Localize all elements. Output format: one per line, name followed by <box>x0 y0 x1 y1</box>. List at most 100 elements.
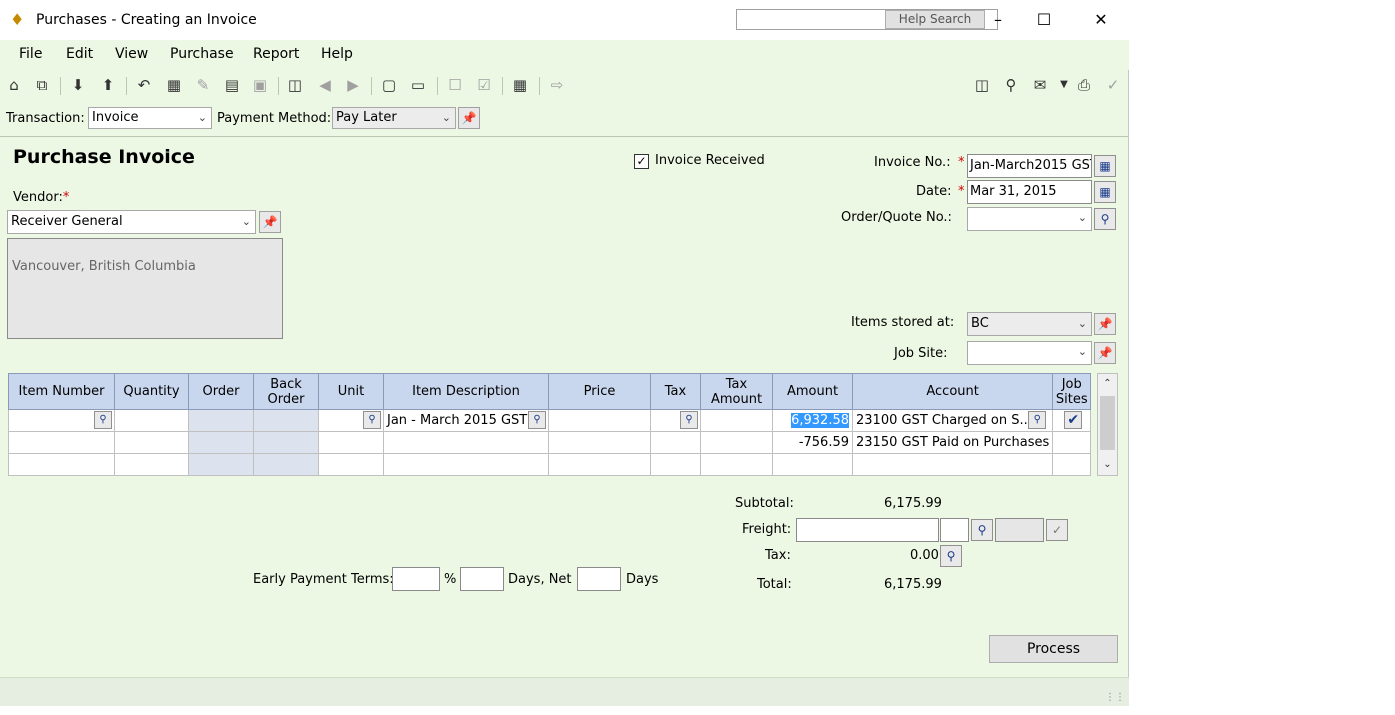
col-quantity[interactable]: Quantity <box>114 373 189 410</box>
unit-cell[interactable]: ⚲ <box>318 409 384 432</box>
job-site-pin-icon[interactable]: 📌 <box>1094 342 1116 364</box>
pin-icon[interactable]: 📌 <box>458 107 480 129</box>
tax-cell[interactable] <box>650 453 701 476</box>
freight-amount-field[interactable] <box>796 518 939 542</box>
col-unit[interactable]: Unit <box>318 373 384 410</box>
scroll-up-icon[interactable]: ⌃ <box>1098 374 1117 394</box>
amount-cell[interactable]: -756.59 <box>772 431 853 454</box>
email-dropdown-icon[interactable]: ▼ <box>1054 75 1074 95</box>
lookup-icon[interactable]: ✎ <box>193 75 213 95</box>
description-cell[interactable]: Jan - March 2015 GST ⚲ <box>383 409 549 432</box>
store-icon[interactable]: ⬆ <box>98 75 118 95</box>
price-cell[interactable] <box>548 431 651 454</box>
location-pin-icon[interactable]: 📌 <box>1094 313 1116 335</box>
menu-view[interactable]: View <box>115 46 148 62</box>
items-stored-select[interactable]: BC ⌄ <box>967 312 1092 336</box>
undo-icon[interactable]: ↶ <box>134 75 154 95</box>
search-icon[interactable]: ⚲ <box>363 411 381 429</box>
tax-cell[interactable] <box>650 431 701 454</box>
transaction-select[interactable]: Invoice ⌄ <box>88 107 212 129</box>
net-days-field[interactable] <box>577 567 621 591</box>
search-icon[interactable]: ⚲ <box>1028 411 1047 429</box>
calculator-icon[interactable]: ▦ <box>510 75 530 95</box>
quantity-cell[interactable] <box>114 409 189 432</box>
menu-report[interactable]: Report <box>253 46 299 62</box>
calendar-icon[interactable]: ▦ <box>1094 181 1116 203</box>
account-cell[interactable]: 23100 GST Charged on S... ⚲ <box>851 409 1054 432</box>
remove-quote-icon[interactable]: ☐ <box>445 75 465 95</box>
col-item-description[interactable]: Item Description <box>383 373 549 410</box>
checkmark-icon[interactable]: ✓ <box>1046 519 1068 541</box>
resize-grip-icon[interactable]: ⋮⋮ <box>1105 692 1125 703</box>
recall-document-icon[interactable]: ▤ <box>222 75 242 95</box>
menu-purchase[interactable]: Purchase <box>170 46 234 62</box>
col-order[interactable]: Order <box>188 373 254 410</box>
vendor-pin-icon[interactable]: 📌 <box>259 211 281 233</box>
job-sites-cell[interactable] <box>1052 453 1092 476</box>
amount-cell[interactable]: 6,932.58 <box>772 409 853 432</box>
col-tax[interactable]: Tax <box>650 373 701 410</box>
item-number-cell[interactable] <box>8 431 115 454</box>
unit-cell[interactable] <box>318 453 384 476</box>
description-cell[interactable] <box>383 431 549 454</box>
order-quote-select[interactable]: ⌄ <box>967 207 1092 231</box>
unit-cell[interactable] <box>318 431 384 454</box>
copy-window-icon[interactable]: ⧉ <box>32 75 52 95</box>
date-field[interactable]: Mar 31, 2015 <box>967 180 1092 204</box>
search-icon[interactable]: ⚲ <box>680 411 698 429</box>
home-icon[interactable]: ⌂ <box>4 75 24 95</box>
search-icon[interactable]: ⚲ <box>971 519 993 541</box>
price-cell[interactable] <box>548 453 651 476</box>
col-tax-amount[interactable]: Tax Amount <box>700 373 773 410</box>
menu-file[interactable]: File <box>19 46 42 62</box>
track-shipment-icon[interactable]: ▭ <box>408 75 428 95</box>
description-cell[interactable] <box>383 453 549 476</box>
price-cell[interactable] <box>548 409 651 432</box>
col-price[interactable]: Price <box>548 373 651 410</box>
account-cell[interactable]: 23150 GST Paid on Purchases <box>851 431 1054 454</box>
scroll-down-icon[interactable]: ⌄ <box>1098 455 1117 475</box>
tax-amount-cell[interactable] <box>700 431 773 454</box>
item-number-cell[interactable]: ⚲ <box>8 409 115 432</box>
discount-percent-field[interactable] <box>392 567 440 591</box>
help-search-button[interactable]: Help Search <box>885 10 985 29</box>
cancel-document-icon[interactable]: ▣ <box>250 75 270 95</box>
payment-method-select[interactable]: Pay Later ⌄ <box>332 107 456 129</box>
tax-search-icon[interactable]: ⚲ <box>940 545 962 567</box>
close-button[interactable]: ✕ <box>1086 10 1116 30</box>
col-job-sites[interactable]: Job Sites <box>1052 373 1092 410</box>
transfer-icon[interactable]: ⇨ <box>547 75 567 95</box>
invoice-no-field[interactable]: Jan-March2015 GST <box>967 154 1092 178</box>
quantity-cell[interactable] <box>114 431 189 454</box>
item-number-cell[interactable] <box>8 453 115 476</box>
tax-amount-cell[interactable] <box>700 409 773 432</box>
search-icon[interactable]: ⚲ <box>528 411 546 429</box>
job-sites-cell[interactable]: ✔ <box>1052 409 1092 432</box>
tax-amount-cell[interactable] <box>700 453 773 476</box>
menu-help[interactable]: Help <box>321 46 353 62</box>
next-icon[interactable]: ▶ <box>343 75 363 95</box>
preview-icon[interactable]: ⚲ <box>1001 75 1021 95</box>
freight-tax-field[interactable] <box>940 518 969 542</box>
amount-cell[interactable] <box>772 453 853 476</box>
email-icon[interactable]: ✉ <box>1030 75 1050 95</box>
process-button[interactable]: Process <box>989 635 1118 663</box>
scroll-thumb[interactable] <box>1100 396 1115 450</box>
customize-icon[interactable]: ◫ <box>972 75 992 95</box>
col-item-number[interactable]: Item Number <box>8 373 115 410</box>
minimize-button[interactable]: – <box>983 10 1013 30</box>
tax-cell[interactable]: ⚲ <box>650 409 701 432</box>
convert-icon[interactable]: ☑ <box>474 75 494 95</box>
post-check-icon[interactable]: ✓ <box>1103 75 1123 95</box>
vendor-select[interactable]: Receiver General ⌄ <box>7 210 256 234</box>
checkmark-icon[interactable]: ✔ <box>1064 411 1083 429</box>
menu-edit[interactable]: Edit <box>66 46 93 62</box>
recall-icon[interactable]: ⬇ <box>68 75 88 95</box>
discount-days-field[interactable] <box>460 567 504 591</box>
adjust-icon[interactable]: ▦ <box>164 75 184 95</box>
invoice-received-checkbox[interactable]: ✓ <box>634 154 649 169</box>
col-back-order[interactable]: Back Order <box>253 373 319 410</box>
previous-icon[interactable]: ◀ <box>315 75 335 95</box>
job-site-select[interactable]: ⌄ <box>967 341 1092 365</box>
invoice-lookup-icon[interactable]: ▦ <box>1094 155 1116 177</box>
